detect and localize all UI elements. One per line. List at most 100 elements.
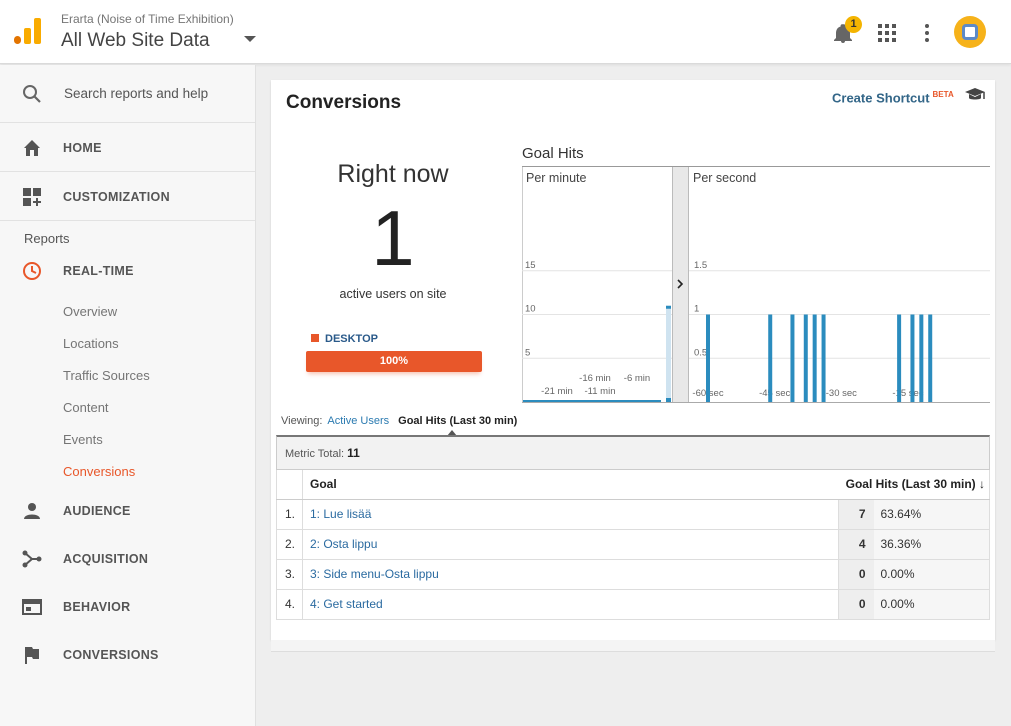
bar [821, 314, 826, 402]
metric-total-label: Metric Total: [285, 448, 345, 460]
col-goal-header: Goal [302, 470, 839, 500]
viewing-label: Viewing: [281, 415, 323, 427]
beta-badge: BETA [932, 90, 954, 99]
goal-hits-value: 0 [838, 559, 874, 590]
bar [666, 398, 671, 402]
bar-highlight [666, 305, 671, 402]
bar [790, 314, 795, 402]
y-tick-label: 0.5 [694, 347, 707, 358]
goal-hits-percent: 0.00% [873, 589, 990, 620]
sidebar-subitem-conversions[interactable]: Conversions [63, 464, 135, 479]
goal-hits-percent: 0.00% [873, 559, 990, 590]
active-users-label: active users on site [339, 287, 447, 301]
sidebar-subitem-traffic-sources[interactable]: Traffic Sources [63, 368, 150, 383]
table-row: 3. 3: Side menu-Osta lippu 0 0.00% [276, 559, 990, 590]
sidebar-item-label: BEHAVIOR [63, 600, 131, 614]
x-tick-label: -11 min [585, 386, 616, 397]
bar [928, 314, 933, 402]
card-footer [271, 640, 995, 652]
bar [919, 314, 924, 402]
sidebar-item-realtime[interactable]: REAL-TIME [0, 251, 255, 291]
active-users-count: 1 [371, 194, 415, 282]
sidebar-subitem-content[interactable]: Content [63, 400, 109, 415]
row-index: 4. [276, 589, 303, 620]
sidebar-item-label: HOME [63, 141, 102, 155]
view-dropdown-icon[interactable] [244, 36, 256, 42]
per-second-label: Per second [693, 171, 756, 185]
table-row: 1. 1: Lue lisää 7 63.64% [276, 499, 990, 530]
user-avatar[interactable] [954, 16, 986, 48]
sidebar-item-customization[interactable]: CUSTOMIZATION [0, 173, 255, 221]
viewing-option-goal-hits[interactable]: Goal Hits (Last 30 min) [398, 415, 517, 427]
search-icon [23, 85, 41, 103]
y-tick-label: 10 [525, 304, 536, 315]
table-header-row: Goal Goal Hits (Last 30 min) ↓ [276, 470, 990, 500]
more-options-icon[interactable] [922, 23, 932, 43]
search-reports[interactable]: Search reports and help [0, 65, 255, 123]
search-input[interactable]: Search reports and help [64, 86, 208, 101]
account-name[interactable]: Erarta (Noise of Time Exhibition) [61, 12, 234, 26]
top-bar: Erarta (Noise of Time Exhibition) All We… [0, 0, 1011, 64]
goal-hits-value: 4 [838, 529, 874, 560]
analytics-logo-icon[interactable] [14, 18, 42, 46]
conversions-card: Conversions Create Shortcut BETA Right no… [271, 80, 995, 640]
x-tick-label: -30 sec [826, 388, 857, 399]
x-tick-label: -45 sec [759, 388, 790, 399]
goal-hits-title: Goal Hits [522, 145, 584, 162]
apps-grid-icon[interactable] [878, 24, 896, 42]
table-row: 4. 4: Get started 0 0.00% [276, 589, 990, 620]
bar [523, 400, 661, 402]
desktop-swatch [311, 334, 319, 342]
sidebar-item-label: CONVERSIONS [63, 648, 159, 662]
table-row: 2. 2: Osta lippu 4 36.36% [276, 529, 990, 560]
y-tick-label: 15 [525, 260, 536, 271]
sidebar-item-home[interactable]: HOME [0, 124, 255, 172]
clock-icon [23, 262, 41, 280]
goal-link[interactable]: 1: Lue lisää [302, 499, 839, 530]
sidebar-item-behavior[interactable]: BEHAVIOR [0, 587, 255, 627]
goal-hits-value: 7 [838, 499, 874, 530]
home-icon [24, 140, 40, 156]
sidebar-subitem-events[interactable]: Events [63, 432, 103, 447]
sidebar-item-label: AUDIENCE [63, 504, 131, 518]
sort-arrow-icon: ↓ [979, 477, 985, 492]
row-index: 3. [276, 559, 303, 590]
sidebar-subitem-overview[interactable]: Overview [63, 304, 117, 319]
col-goal-hits-header[interactable]: Goal Hits (Last 30 min) ↓ [838, 470, 990, 500]
sidebar-item-conversions[interactable]: CONVERSIONS [0, 635, 255, 675]
x-tick-label: -16 min [579, 373, 611, 384]
bar [812, 314, 817, 402]
goal-hits-chart: Per minute Per second 5 10 15 0.5 1 1.5 -21 m… [522, 167, 990, 403]
goal-hits-value: 0 [838, 589, 874, 620]
sidebar-item-acquisition[interactable]: ACQUISITION [0, 539, 255, 579]
metric-total: Metric Total: 11 [276, 435, 990, 470]
bar [768, 314, 773, 402]
flag-icon [25, 647, 39, 664]
y-tick-label: 1.5 [694, 260, 707, 271]
col-goal-hits-label: Goal Hits (Last 30 min) [845, 477, 976, 492]
row-index: 2. [276, 529, 303, 560]
goal-link[interactable]: 4: Get started [302, 589, 839, 620]
notification-badge: 1 [845, 16, 862, 33]
viewing-option-active-users[interactable]: Active Users [327, 415, 389, 427]
device-legend: DESKTOP [311, 333, 378, 345]
create-shortcut-label: Create Shortcut [832, 90, 930, 106]
x-tick-label: -21 min [541, 386, 573, 397]
y-tick-label: 5 [525, 347, 530, 358]
metric-total-value: 11 [347, 446, 360, 460]
goal-hits-percent: 63.64% [873, 499, 990, 530]
create-shortcut-link[interactable]: Create Shortcut BETA [832, 90, 954, 105]
device-label: DESKTOP [325, 333, 378, 345]
sidebar-item-audience[interactable]: AUDIENCE [0, 491, 255, 531]
graduation-cap-icon[interactable] [964, 87, 986, 103]
y-tick-label: 1 [694, 304, 699, 315]
person-icon [24, 503, 40, 519]
view-selector[interactable]: All Web Site Data [61, 30, 210, 52]
sidebar-subitem-locations[interactable]: Locations [63, 336, 119, 351]
right-now-heading: Right now [337, 160, 449, 188]
goal-link[interactable]: 3: Side menu-Osta lippu [302, 559, 839, 590]
bar [706, 314, 710, 402]
bar [803, 314, 808, 402]
goal-link[interactable]: 2: Osta lippu [302, 529, 839, 560]
bar [666, 305, 671, 309]
